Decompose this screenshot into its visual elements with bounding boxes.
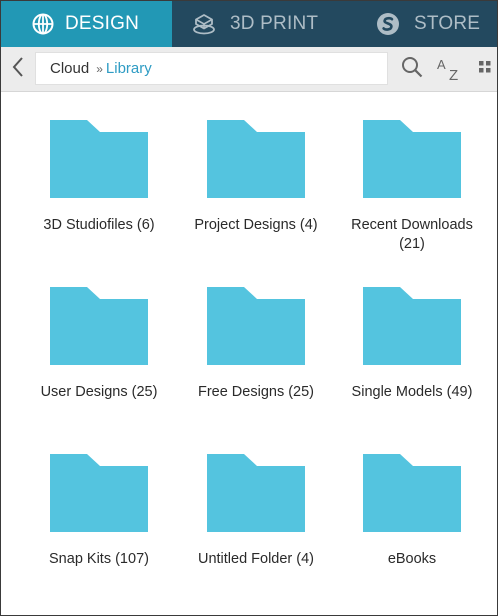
folder-icon [363,287,461,365]
folder-name: Recent Downloads (21) [351,217,473,252]
library-window: DESIGN 3D PRINT STORE Cloud » Library A … [0,0,498,616]
folder-item[interactable]: Untitled Folder (4) [178,451,334,569]
folder-icon [50,287,148,365]
svg-text:Z: Z [449,67,458,82]
grid-view-icon [475,57,495,82]
folder-icon [207,120,305,198]
folder-item[interactable]: Snap Kits (107) [21,451,177,569]
svg-text:A: A [437,57,446,72]
breadcrumb-separator: » [96,61,102,76]
breadcrumb-library[interactable]: Library [106,60,152,77]
sort-button[interactable]: AZ A Z [435,47,465,91]
folder-name: Free Designs (25) [197,384,315,400]
back-button[interactable] [1,47,35,91]
folder-icon [50,454,148,532]
store-s-icon [376,12,400,36]
folder-name: User Designs (25) [40,384,158,400]
folder-item[interactable]: eBooks [334,451,490,569]
tab-store[interactable]: STORE [340,1,497,47]
folder-icon [207,454,305,532]
folder-name: Single Models (49) [351,384,473,400]
search-button[interactable] [397,47,427,91]
folder-item[interactable]: Project Designs (4) [178,117,334,235]
folder-item[interactable]: Single Models (49) [334,284,490,402]
folder-name: Untitled Folder (4) [197,551,315,567]
folder-name: Snap Kits (107) [49,551,149,567]
folder-item[interactable]: User Designs (25) [21,284,177,402]
folder-name: Project Designs (4) [194,217,318,233]
tab-3d-print[interactable]: 3D PRINT [172,1,340,47]
sort-az-text: AZ [435,56,436,57]
folder-item[interactable]: Free Designs (25) [178,284,334,402]
folder-item[interactable]: Recent Downloads (21) [334,117,490,254]
folder-icon [207,287,305,365]
breadcrumb-toolbar: Cloud » Library AZ A Z [1,47,497,92]
folder-item[interactable]: 3D Studiofiles (6) [21,117,177,235]
breadcrumb-cloud[interactable]: Cloud [50,60,89,77]
tab-store-label: STORE [414,13,481,34]
folder-icon [363,120,461,198]
print-cube-icon [192,12,216,36]
folder-icon [363,454,461,532]
folder-name: 3D Studiofiles (6) [43,217,155,233]
chevron-left-icon [11,56,25,83]
grid-view-button[interactable] [475,47,497,91]
top-tab-bar: DESIGN 3D PRINT STORE [1,1,497,47]
tab-design[interactable]: DESIGN [1,1,172,47]
tab-3d-print-label: 3D PRINT [230,13,319,34]
folder-icon [50,120,148,198]
sort-az-icon: AZ A Z [435,56,465,84]
folder-name: eBooks [387,551,437,567]
globe-grid-icon [31,12,55,36]
search-icon [400,55,424,84]
tab-design-label: DESIGN [65,13,140,34]
breadcrumb: Cloud » Library [35,52,388,85]
